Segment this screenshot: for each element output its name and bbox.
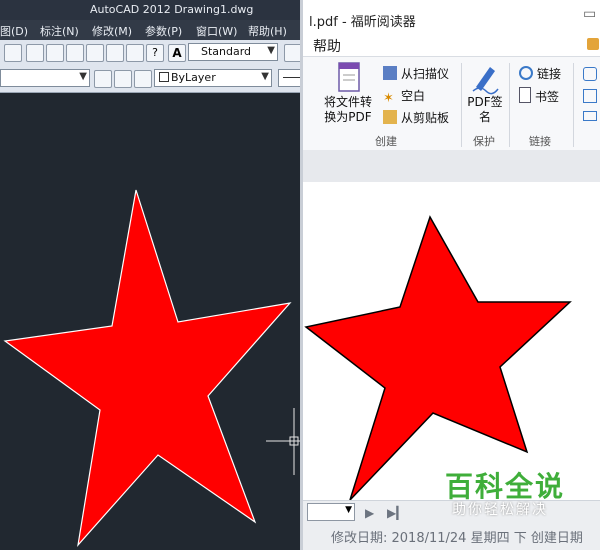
menu-draw[interactable]: 图(D) [0, 23, 28, 39]
autocad-title: AutoCAD 2012 Drawing1.dwg [90, 3, 254, 16]
menu-window[interactable]: 窗口(W) [196, 23, 237, 39]
ribbon-separator [509, 63, 510, 147]
bookmark-icon [519, 87, 531, 103]
properties-icon[interactable] [26, 44, 44, 62]
color-swatch-icon [159, 72, 169, 82]
sheet-set-icon[interactable] [86, 44, 104, 62]
clipboard-icon [383, 110, 397, 124]
scanner-icon [383, 66, 397, 80]
attachment-icon[interactable] [583, 67, 597, 81]
text-style-icon[interactable]: A [168, 44, 186, 62]
link-icon [519, 66, 533, 80]
color-combo[interactable]: ByLayer ▼ [154, 69, 272, 87]
autocad-standard-toolbar: ? A Standard ▼ [0, 40, 300, 67]
page-combo[interactable]: ▼ [307, 503, 355, 521]
from-scanner-button[interactable]: 从扫描仪 [383, 65, 449, 82]
make-current-icon[interactable] [134, 70, 152, 88]
bookmark-label: 书签 [535, 90, 560, 104]
from-clipboard-button[interactable]: 从剪贴板 [383, 109, 449, 126]
chevron-down-icon: ▼ [267, 45, 275, 56]
layer-previous-icon[interactable] [114, 70, 132, 88]
foxit-ribbon: 将文件转换为PDF 从扫描仪 ✶ 空白 从剪贴板 创建 PDF签名 保护 链接 书… [303, 56, 600, 152]
autocad-titlebar: AutoCAD 2012 Drawing1.dwg [0, 0, 300, 20]
linetype-sample [283, 77, 300, 78]
foxit-titlebar: l.pdf - 福昕阅读器 ▭ [303, 0, 600, 34]
video-icon[interactable] [583, 111, 597, 121]
ribbon-separator [461, 63, 462, 147]
pen-sign-icon [472, 67, 499, 95]
link-label: 链接 [537, 67, 562, 81]
calculator-icon[interactable] [126, 44, 144, 62]
autocad-menubar: 图(D) 标注(N) 修改(M) 参数(P) 窗口(W) 帮助(H) [0, 20, 300, 41]
chevron-down-icon: ▼ [345, 505, 352, 515]
pdf-sign-button[interactable]: PDF签名 [467, 61, 503, 125]
sparkle-icon: ✶ [383, 91, 394, 106]
convert-to-pdf-button[interactable]: 将文件转换为PDF [319, 61, 377, 125]
group-links-label: 链接 [529, 135, 551, 148]
help-icon[interactable]: ? [146, 44, 164, 62]
image-icon[interactable] [583, 89, 597, 103]
minimize-icon[interactable]: ▭ [583, 6, 596, 22]
group-protect-label: 保护 [473, 135, 495, 148]
pdf-page-view[interactable] [303, 182, 600, 500]
from-clipboard-label: 从剪贴板 [401, 111, 450, 125]
tool-palettes-icon[interactable] [66, 44, 84, 62]
layer-state-combo[interactable]: ▼ [0, 69, 90, 87]
text-style-value: Standard [201, 45, 252, 58]
crosshair-cursor-icon [266, 408, 300, 475]
chevron-down-icon: ▼ [79, 71, 87, 82]
autocad-window: AutoCAD 2012 Drawing1.dwg 图(D) 标注(N) 修改(… [0, 0, 300, 550]
watermark-subtitle: 助你轻松解决 [452, 502, 548, 518]
link-button[interactable]: 链接 [519, 65, 561, 82]
pdf-sign-label: PDF签名 [467, 95, 503, 124]
markup-icon[interactable] [106, 44, 124, 62]
group-create-label: 创建 [375, 135, 397, 148]
text-style-combo[interactable]: Standard ▼ [188, 43, 278, 61]
chevron-down-icon: ▼ [261, 71, 269, 82]
autocad-layers-toolbar: ▼ ByLayer ▼ [0, 66, 300, 93]
layer-manager-icon[interactable] [94, 70, 112, 88]
bookmark-button[interactable]: 书签 [519, 87, 559, 105]
red-star-cad [3, 189, 292, 547]
status-text: 修改日期: 2018/11/24 星期四 下 创建日期 [331, 531, 583, 546]
linetype-combo[interactable] [278, 69, 300, 87]
blank-button[interactable]: ✶ 空白 [383, 87, 425, 106]
menu-modify[interactable]: 修改(M) [92, 23, 132, 39]
dim-style-icon[interactable] [284, 44, 300, 62]
folder-icon[interactable] [587, 38, 599, 50]
zoom-realtime-icon[interactable] [4, 44, 22, 62]
from-scanner-label: 从扫描仪 [401, 67, 450, 81]
menu-dimension[interactable]: 标注(N) [40, 23, 79, 39]
next-page-icon[interactable]: ▶ [365, 506, 374, 520]
convert-file-icon [338, 62, 360, 92]
last-page-icon[interactable]: ▶▎ [387, 506, 405, 520]
convert-label: 将文件转换为PDF [323, 95, 372, 124]
red-star-pdf [304, 215, 572, 500]
menu-help[interactable]: 帮助(H) [248, 23, 287, 39]
foxit-ribbon-tabs: 帮助 [303, 34, 600, 56]
layer-value: ByLayer [171, 71, 216, 84]
foxit-document-tabs [303, 150, 600, 183]
foxit-title: l.pdf - 福昕阅读器 [309, 15, 416, 30]
blank-label: 空白 [401, 89, 426, 103]
tab-help[interactable]: 帮助 [313, 36, 341, 56]
ribbon-separator [573, 63, 574, 147]
autocad-drawing-area[interactable] [0, 92, 300, 550]
design-center-icon[interactable] [46, 44, 64, 62]
menu-parametric[interactable]: 参数(P) [145, 23, 182, 39]
